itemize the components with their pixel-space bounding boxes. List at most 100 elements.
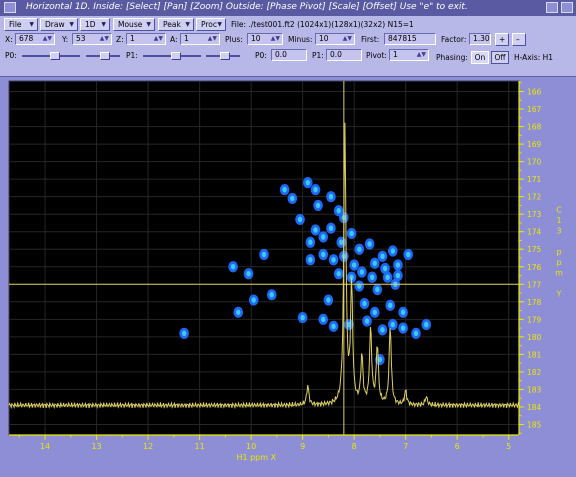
slider-knob[interactable]	[220, 52, 230, 60]
contour-peak-core	[375, 286, 380, 293]
mouse-menu-button[interactable]: Mouse ▼	[113, 18, 155, 31]
minus-value: 10	[319, 34, 329, 43]
y-tick-label: 182	[527, 368, 542, 377]
a-label: A:	[170, 35, 178, 44]
phasing-off-label: Off	[494, 53, 506, 62]
contour-peak-core	[308, 239, 313, 246]
contour-peak-core	[380, 327, 385, 333]
p0-value: 0.0	[275, 50, 287, 59]
contour-peak-core	[269, 292, 274, 298]
y-value-field[interactable]: 53 ▲▼	[72, 33, 112, 45]
phasing-off-toggle[interactable]: Off	[491, 51, 509, 64]
y-tick-label: 170	[527, 158, 542, 167]
contour-peak-core	[181, 330, 187, 337]
p0-value-label: P0:	[255, 51, 267, 60]
contour-peak-core	[261, 251, 267, 258]
contour-peak-core	[308, 256, 313, 263]
y-tick-label: 166	[527, 88, 542, 97]
y-axis-label-char: m	[555, 268, 563, 277]
maximize-icon[interactable]	[561, 2, 573, 13]
contour-peak-core	[359, 269, 365, 275]
dropdown-arrow-icon: ▼	[217, 21, 222, 28]
x-tick-label: 7	[403, 442, 408, 451]
contour-peak-core	[313, 227, 318, 233]
pivot-value: 1	[393, 50, 398, 59]
contour-peak-core	[313, 186, 318, 193]
p0-coarse-slider[interactable]	[22, 52, 80, 60]
spin-arrows-icon: ▲▼	[207, 35, 217, 42]
contour-peak-core	[282, 186, 287, 193]
slider-knob[interactable]	[100, 52, 110, 60]
contour-peak-core	[326, 297, 331, 303]
peak-menu-label: Peak	[163, 20, 181, 29]
p1-fine-slider[interactable]	[206, 52, 240, 60]
spectrum-plot[interactable]: 14 13 12 11 10 9 8 7 6 5 H1 ppm X 166 167 168 169 170 17…	[7, 79, 573, 473]
contour-peak-core	[230, 263, 236, 270]
x-value: 678	[19, 34, 34, 43]
contour-peak-core	[395, 262, 401, 268]
y-tick-label: 183	[527, 385, 542, 394]
file-menu-label: File	[9, 20, 22, 29]
spin-arrows-icon: ▲▼	[270, 35, 280, 42]
first-value-field[interactable]: 847815	[384, 33, 436, 45]
draw-menu-label: Draw	[45, 20, 65, 29]
x-value-field[interactable]: 678 ▲▼	[15, 33, 55, 45]
z-value-field[interactable]: 1 ▲▼	[126, 33, 166, 45]
x-tick-label: 12	[143, 442, 153, 451]
first-value: 847815	[388, 34, 417, 43]
minus-label: Minus:	[288, 35, 313, 44]
contour-peak-core	[290, 195, 295, 202]
contour-peak-core	[251, 297, 256, 303]
y-value: 53	[76, 34, 86, 43]
slider-knob[interactable]	[171, 52, 181, 60]
window-menu-icon[interactable]	[4, 2, 16, 13]
spectrum-plot-area[interactable]: 14 13 12 11 10 9 8 7 6 5 H1 ppm X 166 167 168 169 170 17…	[7, 79, 573, 473]
p1-value: 0.0	[330, 50, 342, 59]
oned-menu-button[interactable]: 1D ▼	[80, 18, 110, 31]
contour-peak-core	[382, 265, 388, 272]
y-tick-label: 172	[527, 193, 542, 202]
factor-increase-button[interactable]: +	[495, 33, 509, 46]
a-value-field[interactable]: 1 ▲▼	[180, 33, 220, 45]
pivot-value-field[interactable]: 1 ▲▼	[389, 49, 429, 61]
p0-value-field[interactable]: 0.0	[271, 49, 307, 61]
peak-menu-button[interactable]: Peak ▼	[158, 18, 194, 31]
spin-arrows-icon: ▲▼	[99, 35, 109, 42]
y-tick-label: 171	[527, 175, 542, 184]
spin-arrows-icon: ▲▼	[42, 35, 52, 42]
factor-decrease-button[interactable]: –	[512, 33, 526, 46]
window-title: Horizontal 1D. Inside: [Select] [Pan] [Z…	[26, 2, 468, 12]
application-window: Horizontal 1D. Inside: [Select] [Pan] [Z…	[0, 0, 576, 476]
dropdown-arrow-icon: ▼	[69, 21, 74, 28]
contour-peak-core	[385, 274, 390, 281]
z-value: 1	[130, 34, 135, 43]
minus-value-field[interactable]: 10 ▲▼	[315, 33, 355, 45]
contour-peak-core	[372, 260, 377, 267]
y-tick-label: 185	[527, 420, 542, 429]
x-tick-label: 11	[195, 442, 205, 451]
proc-menu-button[interactable]: Proc ▼	[196, 18, 226, 31]
p1-coarse-slider[interactable]	[143, 52, 201, 60]
phasing-on-toggle[interactable]: On	[471, 51, 489, 64]
file-menu-button[interactable]: File ▼	[4, 18, 38, 31]
pivot-label: Pivot:	[366, 51, 387, 60]
slider-knob[interactable]	[50, 52, 60, 60]
p0-fine-slider[interactable]	[86, 52, 120, 60]
spin-arrows-icon: ▲▼	[153, 35, 163, 42]
x-tick-label: 14	[40, 442, 50, 451]
contour-peak-core	[315, 202, 321, 209]
contour-peak-core	[367, 241, 372, 247]
contour-peak-core	[400, 309, 406, 316]
minimize-icon[interactable]	[546, 2, 558, 13]
y-tick-label: 181	[527, 350, 542, 359]
p1-value-field[interactable]: 0.0	[326, 49, 362, 61]
first-label: First:	[361, 35, 380, 44]
y-tick-label: 168	[527, 123, 542, 132]
plus-label: Plus:	[225, 35, 243, 44]
draw-menu-button[interactable]: Draw ▼	[40, 18, 78, 31]
contour-peak-core	[331, 256, 336, 263]
y-axis-label-char: 3	[556, 226, 561, 235]
contour-peak-core	[362, 300, 367, 307]
plus-value-field[interactable]: 10 ▲▼	[247, 33, 283, 45]
factor-value-field[interactable]: 1.30	[469, 33, 491, 45]
